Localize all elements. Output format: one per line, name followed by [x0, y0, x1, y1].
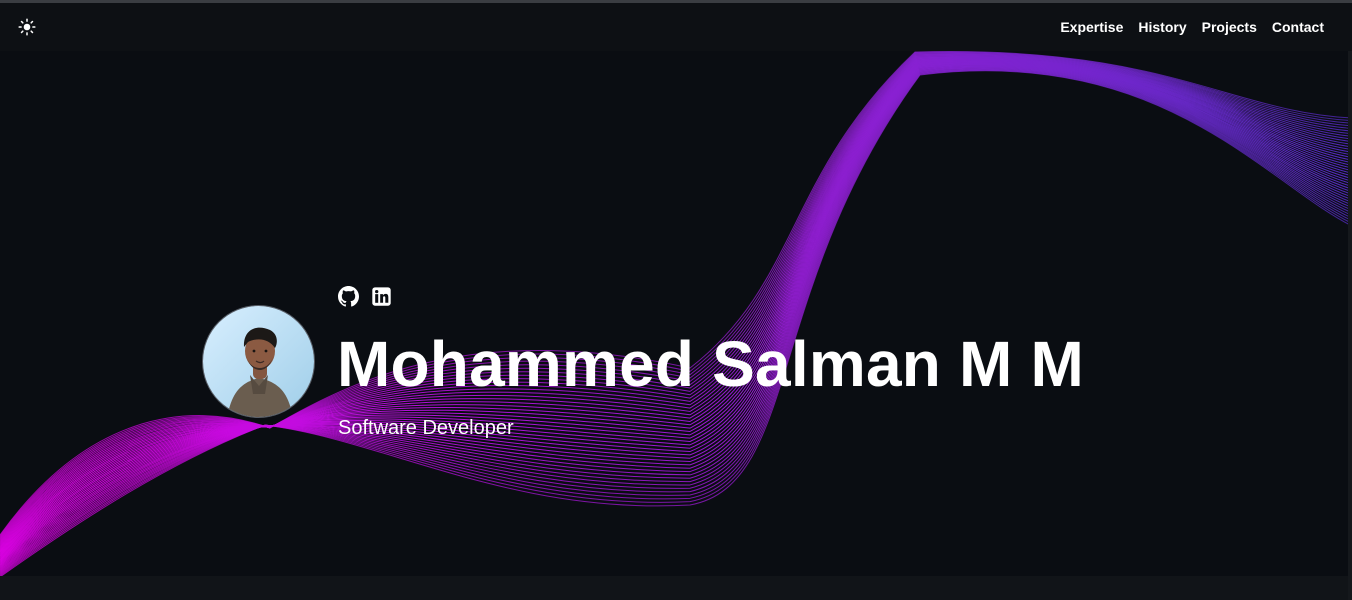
wave-line: [0, 53, 1352, 541]
wave-line: [0, 54, 1352, 544]
wave-line: [0, 66, 1352, 569]
profile-photo: [203, 306, 314, 417]
wave-line: [0, 67, 1352, 573]
wave-line: [0, 56, 1352, 548]
wave-line: [0, 63, 1352, 564]
social-links: [338, 286, 392, 307]
wave-line: [0, 60, 1352, 555]
wave-line: [0, 54, 1352, 543]
wave-line: [0, 64, 1352, 566]
wave-line: [0, 68, 1352, 574]
wave-line: [0, 62, 1352, 561]
bottom-strip: [0, 576, 1352, 600]
wave-line: [0, 63, 1352, 562]
linkedin-icon: [372, 287, 391, 306]
wave-line: [0, 65, 1352, 567]
wave-line: [0, 55, 1352, 546]
wave-line: [0, 61, 1352, 557]
github-icon: [338, 286, 359, 307]
nav-link-history[interactable]: History: [1138, 19, 1186, 35]
hero-name: Mohammed Salman M M: [337, 328, 1085, 400]
portfolio-page: Expertise History Projects Contact Moham…: [0, 0, 1352, 600]
sun-icon: [18, 18, 36, 36]
wave-line: [0, 51, 1352, 537]
nav-link-contact[interactable]: Contact: [1272, 19, 1324, 35]
wave-line: [0, 69, 1352, 576]
wave-line: [0, 52, 1352, 540]
wave-line: [0, 58, 1352, 551]
wave-line: [0, 57, 1352, 550]
hero-role: Software Developer: [338, 417, 514, 439]
wave-line: [0, 69, 1352, 576]
wave-line: [0, 59, 1352, 554]
wave-line: [0, 61, 1352, 558]
decorative-wave-background: [0, 51, 1352, 576]
theme-toggle-button[interactable]: [14, 15, 40, 39]
linkedin-link[interactable]: [371, 286, 392, 307]
hero-section: Mohammed Salman M M Software Developer: [0, 51, 1352, 576]
wave-line: [0, 61, 1352, 559]
nav-link-projects[interactable]: Projects: [1202, 19, 1257, 35]
top-navbar: Expertise History Projects Contact: [0, 3, 1352, 51]
nav-link-expertise[interactable]: Expertise: [1060, 19, 1123, 35]
wave-line: [0, 58, 1352, 552]
wave-line: [0, 51, 1352, 536]
wave-line: [0, 52, 1352, 539]
wave-line: [0, 56, 1352, 547]
profile-avatar: [202, 305, 315, 418]
github-link[interactable]: [338, 286, 359, 307]
wave-line: [0, 67, 1352, 571]
window-right-edge: [1348, 3, 1352, 600]
wave-line: [0, 66, 1352, 570]
wave-line: [0, 70, 1352, 576]
main-navigation: Expertise History Projects Contact: [1060, 3, 1324, 51]
